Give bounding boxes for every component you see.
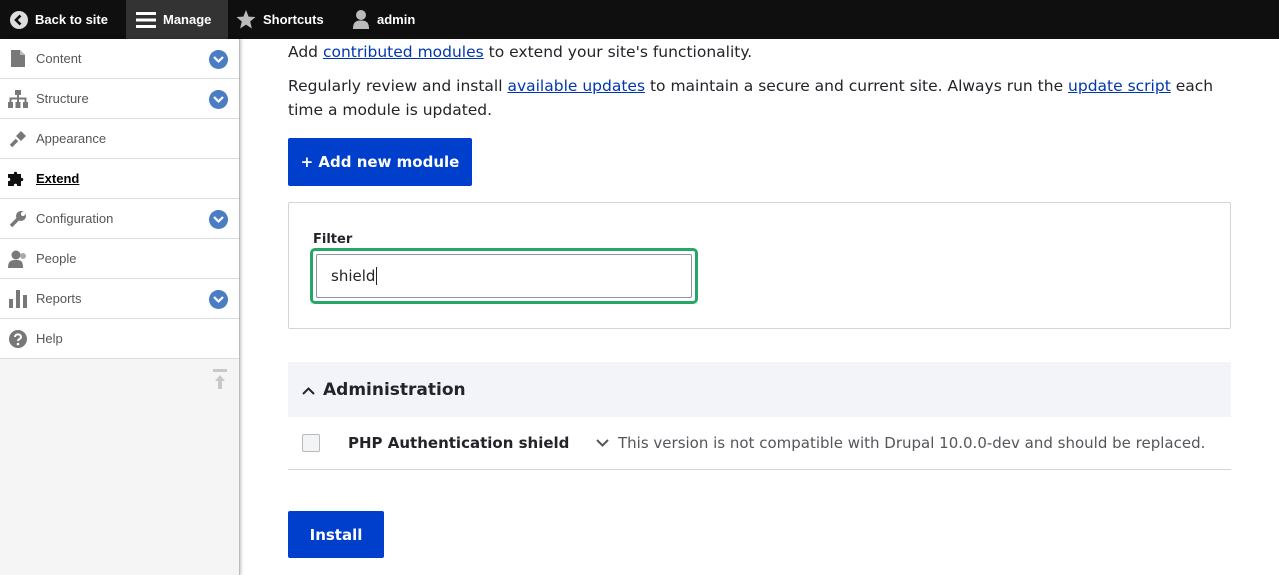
sidebar-item-reports[interactable]: Reports — [0, 279, 239, 319]
filter-input-focus-ring: shield — [310, 248, 698, 304]
back-to-site-link[interactable]: Back to site — [0, 0, 126, 39]
sidebar-item-help[interactable]: Help — [0, 319, 239, 359]
manage-label: Manage — [163, 12, 212, 27]
intro-text: to extend your site's functionality. — [483, 43, 753, 61]
contributed-modules-link[interactable]: contributed modules — [323, 43, 484, 61]
expand-chevron-icon[interactable] — [209, 210, 228, 229]
updates-text: Regularly review and install — [288, 77, 508, 95]
shortcuts-tab[interactable]: Shortcuts — [228, 0, 342, 39]
update-script-link[interactable]: update script — [1068, 77, 1171, 95]
chevron-down-icon — [596, 439, 609, 447]
sidebar-item-extend[interactable]: Extend — [0, 159, 239, 199]
sidebar-item-label: Appearance — [36, 131, 107, 146]
group-title: Administration — [323, 379, 466, 400]
people-icon — [8, 249, 28, 269]
file-icon — [8, 49, 28, 69]
sidebar-item-label: Configuration — [36, 211, 114, 226]
updates-paragraph: Regularly review and install available u… — [288, 74, 1231, 122]
back-to-site-label: Back to site — [35, 12, 108, 27]
bar-chart-icon — [8, 289, 28, 309]
intro-text: Add — [288, 43, 323, 61]
intro-paragraph: Add contributed modules to extend your s… — [288, 40, 752, 64]
sidebar-item-label: Extend — [36, 171, 80, 186]
user-label: admin — [377, 12, 416, 27]
chevron-up-icon — [302, 380, 315, 399]
sidebar-item-people[interactable]: People — [0, 239, 239, 279]
paintbrush-icon — [8, 129, 28, 149]
wrench-icon — [8, 209, 28, 229]
user-tab[interactable]: admin — [342, 0, 427, 39]
filter-label: Filter — [313, 232, 353, 247]
hamburger-icon — [136, 11, 156, 29]
back-arrow-icon — [10, 10, 28, 29]
sidebar-item-appearance[interactable]: Appearance — [0, 119, 239, 159]
administration-group-header[interactable]: Administration — [288, 362, 1231, 417]
module-row: PHP Authentication shield This version i… — [288, 423, 1231, 470]
updates-text: to maintain a secure and current site. A… — [645, 77, 1069, 95]
sidebar-item-label: People — [36, 251, 77, 266]
install-button[interactable]: Install — [288, 511, 384, 558]
filter-panel: Filter shield — [288, 202, 1231, 329]
sidebar-item-content[interactable]: Content — [0, 39, 239, 79]
available-updates-link[interactable]: available updates — [507, 77, 645, 95]
pin-sidebar-icon[interactable] — [213, 369, 227, 395]
sidebar-item-structure[interactable]: Structure — [0, 79, 239, 119]
module-description: This version is not compatible with Drup… — [618, 434, 1206, 452]
filter-input-value: shield — [331, 267, 376, 285]
shortcuts-label: Shortcuts — [263, 12, 324, 27]
user-icon — [352, 10, 370, 29]
expand-chevron-icon[interactable] — [209, 50, 228, 69]
star-icon — [236, 10, 256, 29]
add-new-module-button[interactable]: + Add new module — [288, 138, 472, 186]
module-checkbox[interactable] — [302, 434, 320, 452]
expand-chevron-icon[interactable] — [209, 290, 228, 309]
help-icon — [8, 329, 28, 349]
sidebar-item-configuration[interactable]: Configuration — [0, 199, 239, 239]
admin-sidebar: Content Structure Appearance Extend Conf… — [0, 39, 240, 575]
sidebar-item-label: Structure — [36, 91, 89, 106]
sidebar-item-label: Reports — [36, 291, 82, 306]
sidebar-item-label: Help — [36, 331, 63, 346]
text-caret — [376, 267, 378, 285]
admin-toolbar: Back to site Manage Shortcuts admin — [0, 0, 1279, 39]
module-name: PHP Authentication shield — [348, 434, 570, 452]
expand-chevron-icon[interactable] — [209, 90, 228, 109]
puzzle-icon — [8, 169, 28, 189]
manage-tab[interactable]: Manage — [126, 0, 228, 39]
sidebar-item-label: Content — [36, 51, 82, 66]
filter-input[interactable]: shield — [316, 254, 692, 298]
sitemap-icon — [8, 89, 28, 109]
module-description-toggle[interactable]: This version is not compatible with Drup… — [596, 434, 1205, 452]
